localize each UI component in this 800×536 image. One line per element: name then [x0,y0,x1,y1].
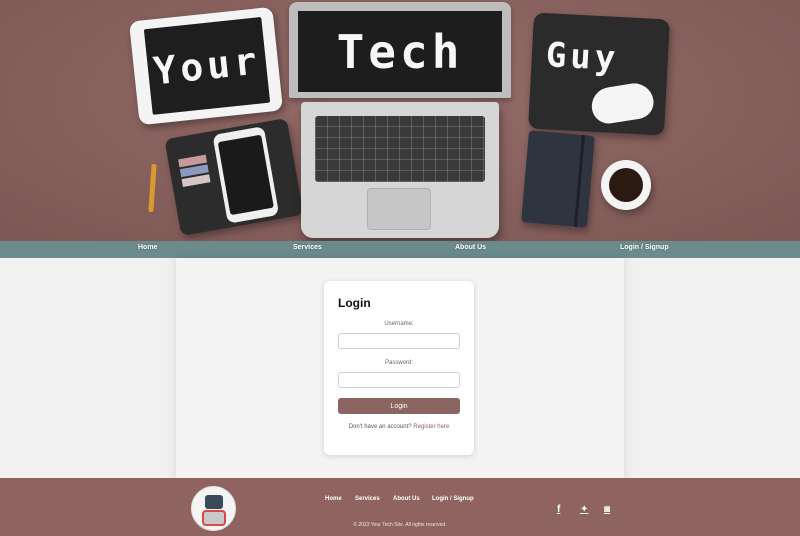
footer-nav-login-signup[interactable]: Login / Signup [432,496,474,502]
hero-word-tech: Tech [336,24,464,79]
copyright-text: © 2023 Your Tech Site. All rights reserv… [353,522,447,528]
login-button[interactable]: Login [338,398,460,414]
username-input[interactable] [338,333,460,349]
laptop-trackpad [367,188,431,230]
password-label: Password: [384,360,413,366]
footer-nav-home[interactable]: Home [325,496,342,502]
hero-banner: Your Tech Guy [0,0,800,241]
facebook-icon[interactable]: f [557,504,560,515]
laptop-keyboard [315,116,485,182]
username-label: Username: [384,321,414,327]
nav-services[interactable]: Services [293,244,322,251]
tablet-image: Your [128,6,284,126]
mouse-image [589,80,656,126]
laptop-lid: Tech [289,2,511,98]
login-card: Login Username: Password: Login Don't ha… [324,281,474,455]
password-input[interactable] [338,372,460,388]
tablet-screen: Your [143,16,271,115]
register-prompt: Don't have an account? Register here [324,424,474,430]
main-nav: Home Services About Us Login / Signup [0,241,800,258]
footer-nav-services[interactable]: Services [355,496,380,502]
footer: Home Services About Us Login / Signup © … [0,478,800,536]
instagram-icon[interactable]: ◙ [604,504,610,515]
hero-word-guy: Guy [544,35,621,80]
laptop-screen: Tech [298,11,502,92]
robot-head [205,495,223,509]
nav-about-us[interactable]: About Us [455,244,486,251]
coffee-cup-image [601,160,651,210]
notebook-image [521,130,595,228]
nav-login-signup[interactable]: Login / Signup [620,244,669,251]
phone-screen [217,134,274,216]
laptop-image: Tech [289,2,511,238]
phone-image [212,126,280,224]
laptop-base [301,102,499,238]
register-prompt-text: Don't have an account? [348,424,412,430]
footer-nav-about-us[interactable]: About Us [393,496,420,502]
twitter-icon[interactable]: ✦ [580,504,588,515]
login-title: Login [338,296,371,310]
mousepad-image: Guy [528,12,670,136]
nav-home[interactable]: Home [138,244,157,251]
hero-word-your: Your [151,38,263,94]
register-link[interactable]: Register here [413,424,449,430]
